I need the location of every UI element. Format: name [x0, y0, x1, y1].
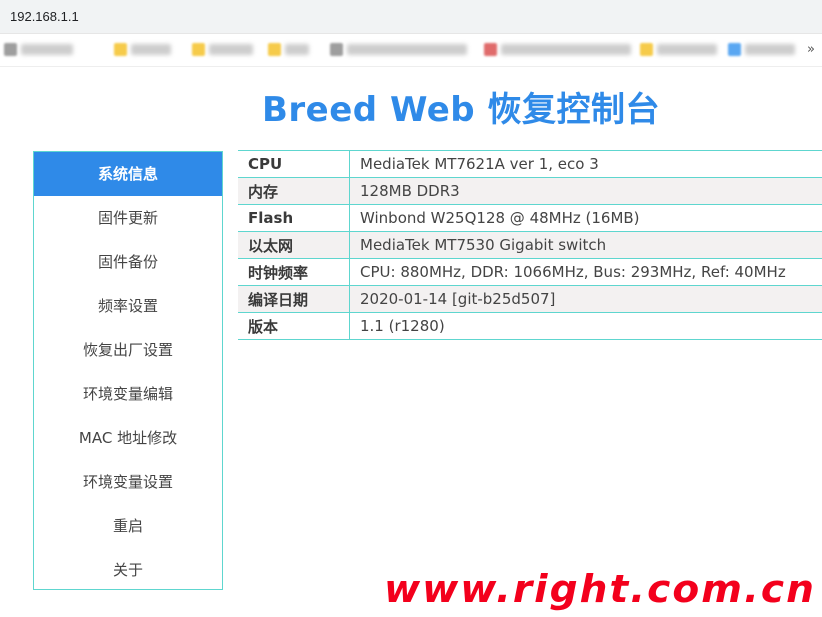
bookmark-icon — [484, 43, 497, 56]
url-text[interactable]: 192.168.1.1 — [10, 9, 79, 24]
bookmark-item[interactable] — [640, 43, 717, 56]
table-row: CPU MediaTek MT7621A ver 1, eco 3 — [238, 150, 822, 178]
info-key: Flash — [238, 204, 350, 232]
sidebar-item-factory-reset[interactable]: 恢复出厂设置 — [34, 328, 222, 372]
bookmark-item[interactable] — [192, 43, 253, 56]
bookmark-label — [21, 44, 73, 55]
bookmarks-bar: » — [0, 34, 822, 67]
bookmark-icon — [330, 43, 343, 56]
info-value: 1.1 (r1280) — [349, 312, 822, 340]
bookmark-item[interactable] — [484, 43, 631, 56]
info-value: Winbond W25Q128 @ 48MHz (16MB) — [349, 204, 822, 232]
watermark-text: www.right.com.cn — [384, 568, 816, 611]
info-value: CPU: 880MHz, DDR: 1066MHz, Bus: 293MHz, … — [349, 258, 822, 286]
info-value: 2020-01-14 [git-b25d507] — [349, 285, 822, 313]
table-row: 编译日期 2020-01-14 [git-b25d507] — [238, 285, 822, 313]
bookmark-label — [657, 44, 717, 55]
bookmark-label — [745, 44, 795, 55]
folder-icon — [114, 43, 127, 56]
table-row: 时钟频率 CPU: 880MHz, DDR: 1066MHz, Bus: 293… — [238, 258, 822, 286]
bookmark-item[interactable] — [4, 43, 73, 56]
folder-icon — [268, 43, 281, 56]
sidebar-nav: 系统信息 固件更新 固件备份 频率设置 恢复出厂设置 环境变量编辑 MAC 地址… — [33, 151, 223, 590]
bookmark-item[interactable] — [268, 43, 309, 56]
watermark-graphic: www.right.com.cn — [383, 568, 816, 612]
bookmark-label — [209, 44, 253, 55]
info-key: CPU — [238, 150, 350, 178]
sidebar-item-about[interactable]: 关于 — [34, 548, 222, 592]
sidebar-item-frequency-settings[interactable]: 频率设置 — [34, 284, 222, 328]
sidebar-item-system-info[interactable]: 系统信息 — [34, 152, 222, 196]
bookmark-label — [285, 44, 309, 55]
table-row: Flash Winbond W25Q128 @ 48MHz (16MB) — [238, 204, 822, 232]
more-bookmarks-icon[interactable]: » — [802, 42, 820, 58]
bookmark-label — [347, 44, 467, 55]
sidebar-item-env-settings[interactable]: 环境变量设置 — [34, 460, 222, 504]
info-key: 版本 — [238, 312, 350, 340]
bookmark-label — [131, 44, 171, 55]
info-key: 以太网 — [238, 231, 350, 259]
bookmark-icon — [728, 43, 741, 56]
folder-icon — [192, 43, 205, 56]
folder-icon — [640, 43, 653, 56]
table-row: 版本 1.1 (r1280) — [238, 312, 822, 340]
table-row: 内存 128MB DDR3 — [238, 177, 822, 205]
bookmark-item[interactable] — [330, 43, 467, 56]
sidebar-item-mac-modify[interactable]: MAC 地址修改 — [34, 416, 222, 460]
watermark: www.right.com.cn — [380, 568, 820, 612]
bookmark-item[interactable] — [114, 43, 171, 56]
address-bar[interactable]: 192.168.1.1 — [0, 0, 822, 34]
system-info-table: CPU MediaTek MT7621A ver 1, eco 3 内存 128… — [238, 150, 822, 340]
sidebar-item-reboot[interactable]: 重启 — [34, 504, 222, 548]
sidebar-item-env-edit[interactable]: 环境变量编辑 — [34, 372, 222, 416]
info-key: 内存 — [238, 177, 350, 205]
page-title: Breed Web 恢复控制台 — [261, 90, 660, 130]
sidebar-item-firmware-backup[interactable]: 固件备份 — [34, 240, 222, 284]
bookmark-label — [501, 44, 631, 55]
bookmark-item[interactable] — [728, 43, 795, 56]
sidebar-item-firmware-update[interactable]: 固件更新 — [34, 196, 222, 240]
info-value: MediaTek MT7530 Gigabit switch — [349, 231, 822, 259]
table-row: 以太网 MediaTek MT7530 Gigabit switch — [238, 231, 822, 259]
bookmark-icon — [4, 43, 17, 56]
info-value: 128MB DDR3 — [349, 177, 822, 205]
info-key: 时钟频率 — [238, 258, 350, 286]
info-key: 编译日期 — [238, 285, 350, 313]
info-value: MediaTek MT7621A ver 1, eco 3 — [349, 150, 822, 178]
